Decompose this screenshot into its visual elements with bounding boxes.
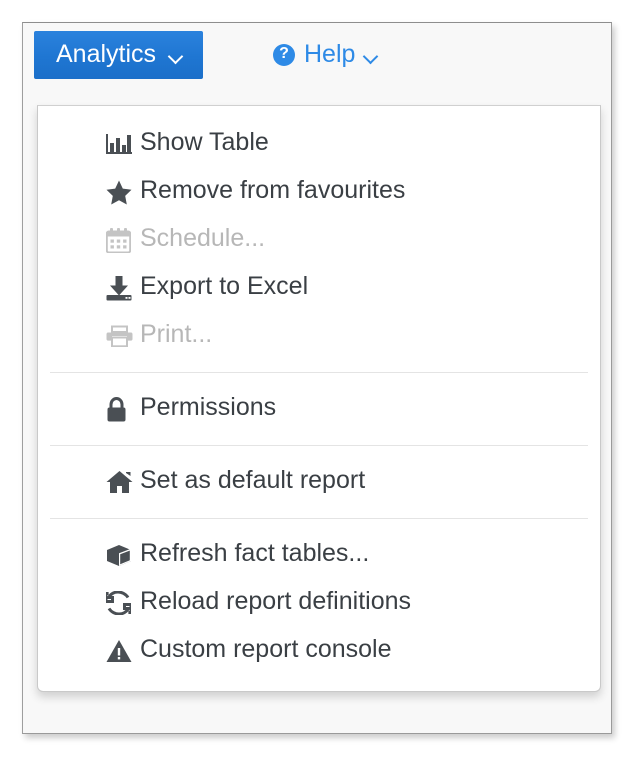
calendar-icon: [106, 227, 140, 253]
bar-chart-icon: [106, 133, 140, 155]
menu-separator: [50, 372, 588, 373]
printer-icon: [106, 325, 140, 347]
menu-item-label: Print...: [140, 320, 213, 348]
menu-item-label: Remove from favourites: [140, 176, 406, 204]
help-link-label: Help: [304, 39, 356, 68]
app-frame: Analytics ? Help Show Table Remove from …: [22, 22, 612, 734]
menu-item-custom-report-console[interactable]: Custom report console: [38, 627, 600, 675]
refresh-icon: [106, 591, 140, 615]
menu-item-label: Refresh fact tables...: [140, 539, 370, 567]
menu-item-schedule: Schedule...: [38, 216, 600, 264]
toolbar: Analytics ? Help: [23, 23, 611, 89]
chevron-down-icon: [364, 51, 378, 60]
menu-item-label: Reload report definitions: [140, 587, 411, 615]
menu-separator: [50, 445, 588, 446]
cube-icon: [106, 543, 140, 568]
menu-separator: [50, 518, 588, 519]
home-icon: [106, 470, 140, 494]
menu-item-print: Print...: [38, 312, 600, 360]
menu-item-set-as-default-report[interactable]: Set as default report: [38, 458, 600, 506]
menu-item-show-table[interactable]: Show Table: [38, 120, 600, 168]
question-circle-icon: ?: [273, 44, 295, 66]
menu-item-label: Set as default report: [140, 466, 366, 494]
help-menu-link[interactable]: ? Help: [273, 31, 378, 79]
menu-item-label: Custom report console: [140, 635, 392, 663]
analytics-dropdown-menu: Show Table Remove from favourites Schedu…: [37, 105, 601, 692]
chevron-down-icon: [169, 51, 183, 60]
menu-item-refresh-fact-tables[interactable]: Refresh fact tables...: [38, 531, 600, 579]
menu-item-label: Permissions: [140, 393, 277, 421]
menu-item-reload-report-definitions[interactable]: Reload report definitions: [38, 579, 600, 627]
menu-item-permissions[interactable]: Permissions: [38, 385, 600, 433]
menu-item-label: Show Table: [140, 128, 269, 156]
menu-item-export-to-excel[interactable]: Export to Excel: [38, 264, 600, 312]
warning-triangle-icon: [106, 639, 140, 663]
analytics-button-label: Analytics: [56, 39, 157, 68]
menu-item-label: Export to Excel: [140, 272, 309, 300]
lock-icon: [106, 396, 140, 422]
download-icon: [106, 275, 140, 301]
menu-item-remove-from-favourites[interactable]: Remove from favourites: [38, 168, 600, 216]
analytics-menu-button[interactable]: Analytics: [34, 31, 204, 79]
menu-item-label: Schedule...: [140, 224, 266, 252]
star-icon: [106, 180, 140, 205]
